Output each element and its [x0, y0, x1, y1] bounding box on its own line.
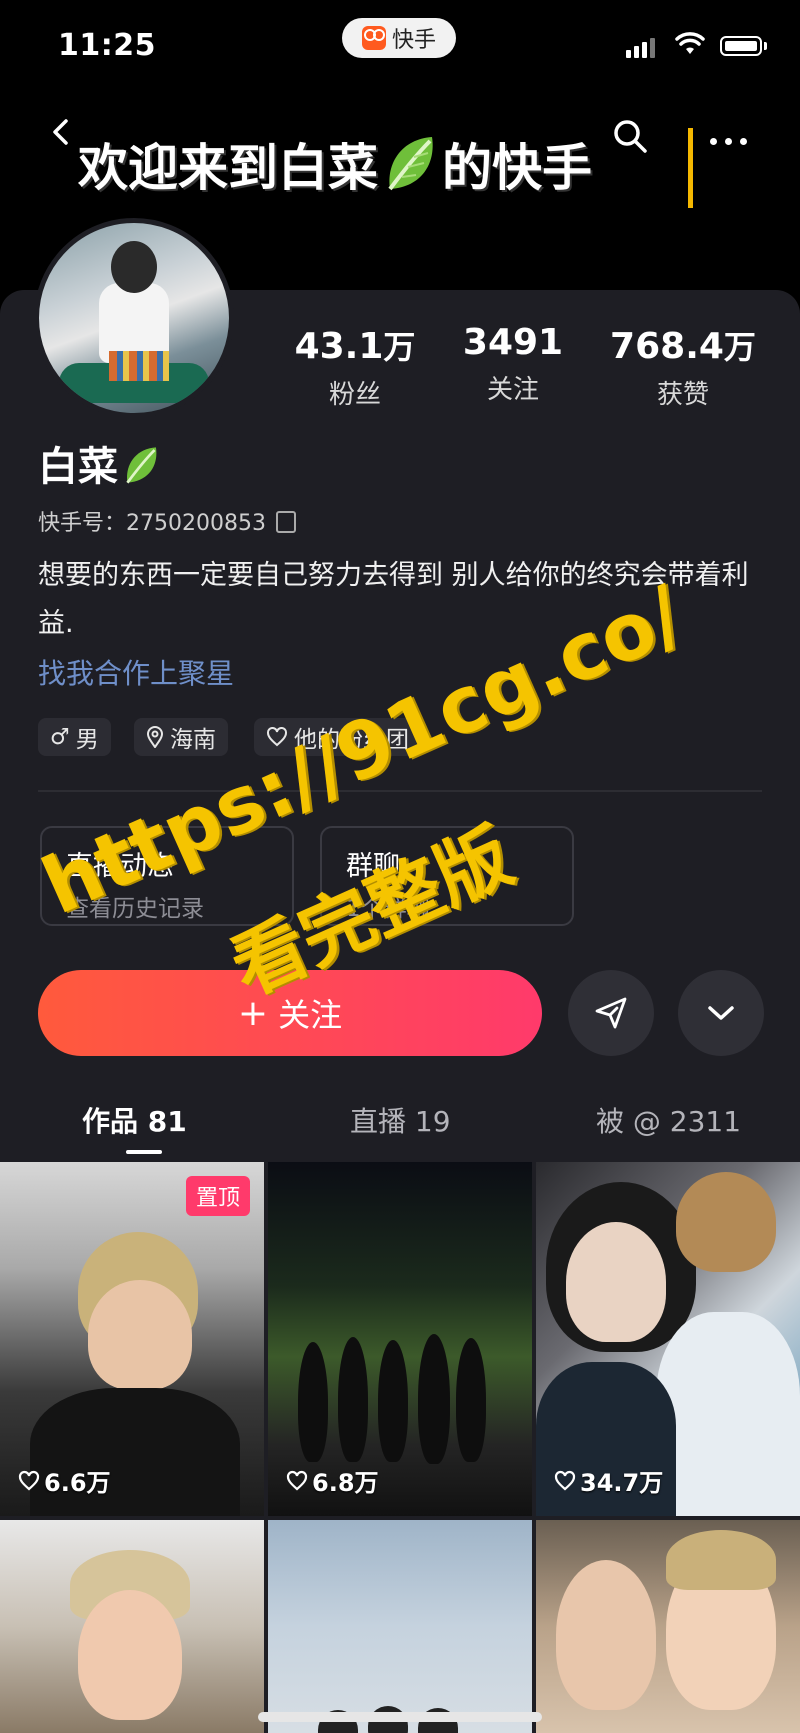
app-indicator[interactable]: 快手 [342, 18, 456, 58]
video-thumbnail[interactable] [0, 1520, 264, 1733]
like-count: 6.8万 [286, 1463, 379, 1498]
pinned-badge: 置顶 [185, 1176, 250, 1216]
avatar[interactable] [34, 218, 234, 418]
heart-icon [554, 1470, 576, 1490]
kuaishou-id[interactable]: 快手号：2750200853 [38, 505, 296, 537]
heart-icon [286, 1470, 308, 1490]
heart-icon [18, 1470, 40, 1490]
stat-number: 768.4 [610, 326, 724, 367]
cabbage-icon [126, 447, 157, 484]
stat-likes[interactable]: 768.4万 获赞 [598, 322, 768, 411]
back-icon[interactable] [48, 118, 76, 146]
title-text-1: 欢迎来到白菜 [78, 139, 378, 197]
gender-tag: ♂ 男 [38, 718, 111, 756]
divider [38, 790, 762, 792]
battery-icon [720, 36, 762, 56]
cellular-signal-icon [626, 38, 655, 58]
share-button[interactable] [568, 970, 654, 1056]
stat-number: 3491 [462, 322, 564, 363]
stat-unit: 万 [383, 328, 416, 366]
like-count-text: 34.7万 [580, 1469, 664, 1497]
profile-name-text: 白菜 [38, 444, 118, 490]
text-cursor [688, 128, 693, 208]
location-pin-icon [146, 726, 164, 748]
video-thumbnail[interactable]: 置顶 6.6万 [0, 1162, 264, 1516]
page-title: 欢迎来到白菜 的快手 [78, 128, 592, 200]
stat-label: 关注 [486, 375, 539, 405]
video-thumbnail[interactable]: 6.8万 [268, 1162, 532, 1516]
profile-name: 白菜 [38, 434, 160, 492]
title-text-2: 的快手 [442, 139, 592, 197]
stat-label: 粉丝 [328, 380, 381, 410]
location-tag[interactable]: 海南 [134, 718, 228, 756]
home-indicator[interactable] [258, 1712, 542, 1722]
location-text: 海南 [170, 727, 216, 753]
video-thumbnail[interactable]: 34.7万 [536, 1162, 800, 1516]
tab-works[interactable]: 作品 81 [82, 1100, 187, 1140]
expand-button[interactable] [678, 970, 764, 1056]
like-count: 34.7万 [554, 1463, 663, 1498]
kuaishou-logo-icon [361, 26, 386, 50]
stat-number: 43.1 [294, 326, 384, 367]
search-icon[interactable] [612, 118, 648, 154]
chevron-down-icon [708, 1006, 734, 1020]
cabbage-icon [388, 137, 433, 191]
tab-mentions[interactable]: 被 @ 2311 [596, 1100, 741, 1140]
more-options-icon[interactable] [710, 138, 747, 145]
tab-indicator [126, 1150, 162, 1154]
stat-following[interactable]: 3491 关注 [448, 322, 578, 406]
stat-label: 获赞 [656, 380, 709, 410]
video-thumbnail[interactable] [268, 1520, 532, 1733]
stat-unit: 万 [723, 328, 756, 366]
battery-tip [764, 42, 767, 50]
video-thumbnail[interactable] [536, 1520, 800, 1733]
like-count-text: 6.8万 [312, 1469, 379, 1497]
male-icon: ♂ [50, 724, 70, 750]
cooperate-link[interactable]: 找我合作上聚星 [38, 652, 234, 692]
wifi-icon [675, 32, 705, 54]
copy-icon[interactable] [275, 511, 296, 533]
like-count: 6.6万 [18, 1463, 111, 1498]
gender-text: 男 [75, 727, 99, 753]
like-count-text: 6.6万 [44, 1469, 111, 1497]
app-name: 快手 [391, 28, 436, 53]
stat-followers[interactable]: 43.1万 粉丝 [280, 322, 430, 411]
kuaishou-id-text: 快手号：2750200853 [38, 511, 266, 536]
status-time: 11:25 [58, 28, 156, 63]
send-icon [595, 997, 627, 1029]
tab-live[interactable]: 直播 19 [350, 1100, 451, 1140]
